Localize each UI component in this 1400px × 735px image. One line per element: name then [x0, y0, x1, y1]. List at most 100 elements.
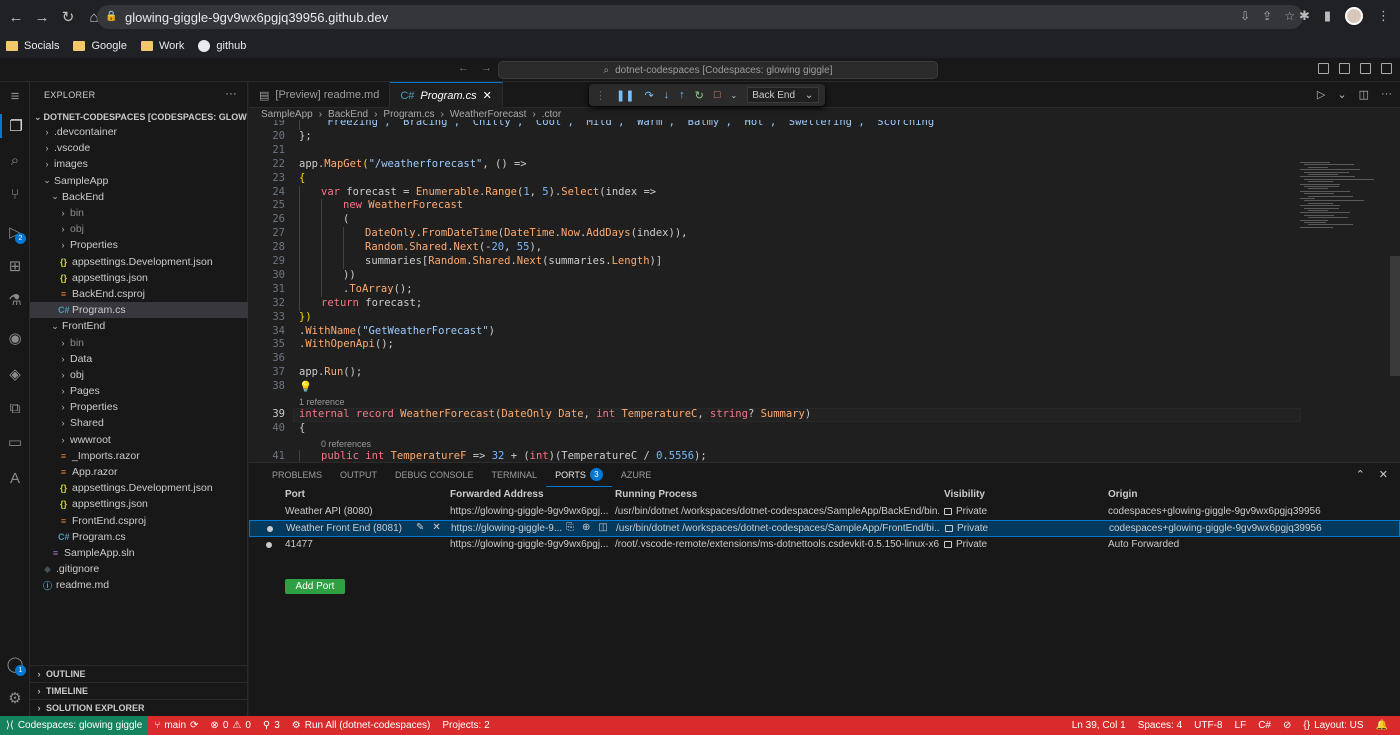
keyboard-layout[interactable]: {} Layout: US [1297, 720, 1369, 731]
bookmark-work[interactable]: Work [140, 40, 184, 52]
language-mode[interactable]: C# [1252, 720, 1277, 731]
step-over-icon[interactable]: ↷ [644, 89, 653, 102]
tree-folder[interactable]: › bin [30, 334, 248, 350]
bookmark-google[interactable]: Google [73, 40, 127, 52]
explorer-icon[interactable]: ❐ [0, 114, 30, 138]
copilot-status[interactable]: ⊘ [1277, 720, 1297, 731]
column-header-process[interactable]: Running Process [615, 489, 697, 500]
chevron-down-icon[interactable]: ⌄ [1337, 88, 1346, 101]
source-control-icon[interactable]: ⑂ [0, 182, 30, 206]
preview-icon[interactable]: ◫ [598, 522, 607, 533]
indentation[interactable]: Spaces: 4 [1132, 720, 1188, 731]
address-bar[interactable]: 🔒 glowing-giggle-9gv9wx6pgjq39956.github… [97, 5, 1303, 29]
tree-file[interactable]: {} appsettings.Development.json [30, 480, 248, 496]
column-header-port[interactable]: Port [285, 489, 305, 500]
column-header-origin[interactable]: Origin [1108, 489, 1137, 500]
extensions-icon[interactable]: ⊞ [0, 254, 30, 278]
ports-indicator[interactable]: ⚲ 3 [257, 720, 286, 731]
tree-file[interactable]: C# Program.cs [30, 302, 248, 319]
command-center[interactable]: ⌕ dotnet-codespaces [Codespaces: glowing… [498, 61, 938, 79]
restart-icon[interactable]: ↻ [695, 89, 704, 102]
reload-icon[interactable]: ↻ [58, 7, 78, 27]
codelens-references[interactable]: 1 reference [299, 397, 345, 407]
menu-icon[interactable]: ≡ [0, 84, 30, 108]
globe-icon[interactable]: ⊕ [582, 522, 590, 533]
stop-icon[interactable]: □ [714, 89, 721, 101]
port-row[interactable]: Weather API (8080) https://glowing-giggle… [249, 504, 1400, 521]
column-header-address[interactable]: Forwarded Address [450, 489, 544, 500]
notifications[interactable]: 🔔 [1370, 720, 1394, 731]
step-out-icon[interactable]: ↑ [679, 89, 685, 101]
branch-indicator[interactable]: ⑂ main ⟳ [148, 720, 204, 731]
tree-folder[interactable]: ⌄ SampleApp [30, 173, 248, 189]
tree-folder[interactable]: › obj [30, 367, 248, 383]
tree-folder[interactable]: › Shared [30, 415, 248, 431]
tree-file[interactable]: ≡ App.razor [30, 464, 248, 480]
bookmark-star-icon[interactable]: ☆ [1284, 9, 1295, 23]
lightbulb-icon[interactable]: 💡 [299, 381, 312, 393]
minimap[interactable] [1300, 158, 1380, 238]
tree-folder[interactable]: ⌄ BackEnd [30, 189, 248, 205]
tree-file[interactable]: ◆ .gitignore [30, 561, 248, 577]
sidebar-section-solution-explorer[interactable]: › SOLUTION EXPLORER [30, 699, 248, 716]
tree-file[interactable]: C# Program.cs [30, 529, 248, 545]
toggle-panel-icon[interactable] [1339, 63, 1350, 74]
tree-folder[interactable]: › Data [30, 351, 248, 367]
tree-folder[interactable]: › Pages [30, 383, 248, 399]
tree-folder[interactable]: › .devcontainer [30, 124, 248, 140]
accounts-icon[interactable]: ◯ 1 [0, 652, 30, 676]
port-row[interactable]: 41477 https://glowing-giggle-9gv9wx6pgj..… [249, 537, 1400, 554]
close-icon[interactable]: ✕ [432, 522, 440, 533]
tree-folder[interactable]: › Properties [30, 399, 248, 415]
tab-terminal[interactable]: TERMINAL [483, 463, 547, 487]
github-icon[interactable]: ◉ [0, 326, 30, 350]
extensions-icon[interactable]: ✱ [1299, 8, 1310, 24]
chrome-menu-icon[interactable]: ⋮ [1377, 8, 1390, 24]
tree-file[interactable]: ≡ BackEnd.csproj [30, 286, 248, 302]
back-icon[interactable]: ← [6, 7, 26, 27]
sidebar-section-outline[interactable]: › OUTLINE [30, 665, 248, 682]
code-editor[interactable]: 19 "Freezing", "Bracing", "Chilly", "Cool… [249, 120, 1400, 462]
maximize-panel-icon[interactable]: ⌃ [1356, 468, 1365, 481]
tab-azure[interactable]: AZURE [612, 463, 661, 487]
tree-file[interactable]: {} appsettings.json [30, 496, 248, 512]
tree-folder[interactable]: › images [30, 156, 248, 172]
edit-icon[interactable]: ✎ [416, 522, 424, 533]
tab-problems[interactable]: PROBLEMS [263, 463, 331, 487]
projects-indicator[interactable]: Projects: 2 [436, 720, 495, 731]
azure-icon[interactable]: A [0, 466, 30, 490]
port-label[interactable]: Weather Front End (8081) [286, 523, 414, 534]
tab-program-cs[interactable]: C# Program.cs ✕ [390, 82, 503, 108]
search-icon[interactable]: ⌕ [0, 148, 30, 172]
codelens-references[interactable]: 0 references [321, 439, 371, 449]
remote-explorer-icon[interactable]: ⧉ [0, 396, 30, 420]
toggle-sidebar-icon[interactable] [1318, 63, 1329, 74]
run-all-button[interactable]: ⚙ Run All (dotnet-codespaces) [286, 720, 437, 731]
visibility[interactable]: Private [944, 506, 987, 517]
share-icon[interactable]: ⇪ [1262, 9, 1272, 23]
visibility[interactable]: Private [944, 539, 987, 550]
more-actions-icon[interactable]: ··· [1381, 88, 1392, 101]
port-label[interactable]: 41477 [285, 539, 413, 550]
debug-config-select[interactable]: Back End ⌄ [747, 87, 820, 103]
docker-icon[interactable]: ◈ [0, 362, 30, 386]
tree-folder[interactable]: ⌄ FrontEnd [30, 318, 248, 334]
port-label[interactable]: Weather API (8080) [285, 506, 413, 517]
port-row[interactable]: Weather Front End (8081) ✎ ✕ https://glowin… [249, 520, 1400, 537]
tree-folder[interactable]: › .vscode [30, 140, 248, 156]
column-header-visibility[interactable]: Visibility [944, 489, 985, 500]
tree-file[interactable]: ⓘ readme.md [30, 577, 248, 593]
breadcrumb-item[interactable]: SampleApp [261, 109, 313, 120]
go-forward-icon[interactable]: → [481, 62, 492, 74]
pause-icon[interactable]: ❚❚ [616, 89, 634, 102]
encoding[interactable]: UTF-8 [1188, 720, 1228, 731]
forwarded-address[interactable]: https://glowing-giggle-9gv9wx6pgj... [450, 506, 610, 517]
forward-icon[interactable]: → [32, 7, 52, 27]
tab-output[interactable]: OUTPUT [331, 463, 386, 487]
split-editor-icon[interactable]: ◫ [1359, 88, 1369, 101]
tree-file[interactable]: ≡ SampleApp.sln [30, 545, 248, 561]
tree-folder[interactable]: › Properties [30, 237, 248, 253]
problems-indicator[interactable]: ⊗ 0 ⚠ 0 [204, 720, 256, 731]
tree-folder[interactable]: › obj [30, 221, 248, 237]
tab-readme-preview[interactable]: ▤ [Preview] readme.md [249, 82, 391, 108]
